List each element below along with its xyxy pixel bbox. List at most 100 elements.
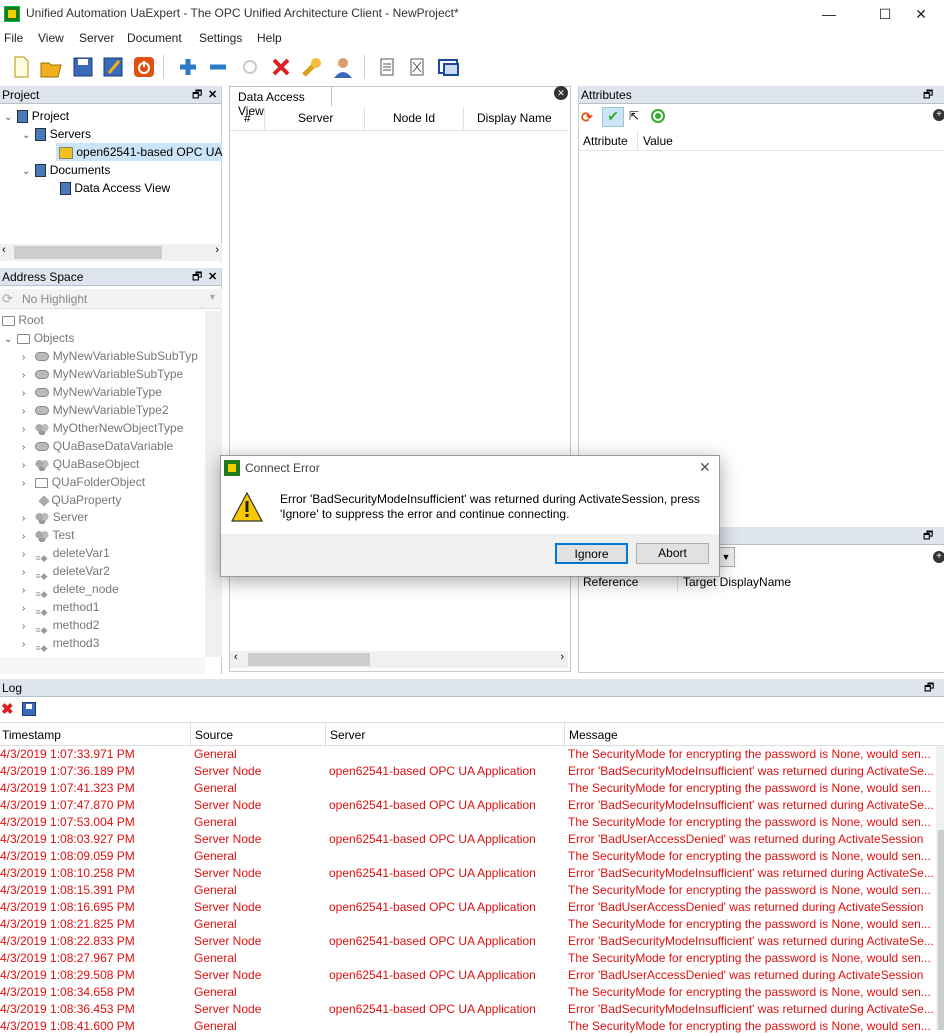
window-layout-icon[interactable] (436, 55, 460, 79)
open-project-icon[interactable] (39, 55, 63, 79)
highlight-select[interactable]: No Highlight (22, 292, 87, 306)
tree-item-variable[interactable]: › MyNewVariableType2 (22, 401, 169, 419)
tree-item-method[interactable]: › ≡◆ method1 (22, 598, 99, 617)
data-access-hscroll[interactable]: ‹ › (230, 651, 568, 668)
col-server[interactable]: Server (330, 728, 365, 742)
close-tab-icon[interactable]: ✕ (554, 86, 568, 100)
add-icon[interactable]: + (933, 109, 944, 121)
disconnect-icon[interactable] (269, 55, 293, 79)
log-row[interactable]: 4/3/2019 1:08:36.453 PM Server Node open62… (0, 1002, 936, 1019)
log-row[interactable]: 4/3/2019 1:08:09.059 PM General The Securi… (0, 849, 936, 866)
log-row[interactable]: 4/3/2019 1:08:10.258 PM Server Node open62… (0, 866, 936, 883)
float-panel-icon[interactable]: 🗗 (923, 527, 933, 545)
tree-item-root[interactable]: Root (2, 311, 44, 329)
menu-help[interactable]: Help (257, 31, 282, 45)
abort-button[interactable]: Abort (636, 543, 709, 564)
log-row[interactable]: 4/3/2019 1:08:34.658 PM General The Securi… (0, 985, 936, 1002)
connect-icon[interactable] (238, 55, 262, 79)
log-row[interactable]: 4/3/2019 1:08:03.927 PM Server Node open62… (0, 832, 936, 849)
close-panel-icon[interactable]: ✕ (208, 268, 217, 286)
cursor-icon[interactable]: ⇱ (629, 109, 643, 125)
float-panel-icon[interactable]: 🗗 (923, 86, 933, 104)
tree-item-project[interactable]: ⌄ Project (4, 107, 69, 125)
float-panel-icon[interactable]: 🗗 (192, 268, 202, 286)
tree-item-method[interactable]: › ≡◆ delete_node (22, 580, 119, 599)
chevron-down-icon[interactable]: ▼ (208, 292, 217, 302)
add-icon[interactable]: + (933, 551, 944, 563)
tree-item-servers[interactable]: ⌄ Servers (22, 125, 91, 143)
log-row[interactable]: 4/3/2019 1:07:53.004 PM General The Securi… (0, 815, 936, 832)
col-value[interactable]: Value (643, 134, 673, 148)
clear-log-icon[interactable]: ✖ (1, 700, 14, 718)
col-node-id[interactable]: Node Id (393, 111, 435, 125)
log-row[interactable]: 4/3/2019 1:08:15.391 PM General The Securi… (0, 883, 936, 900)
log-row[interactable]: 4/3/2019 1:07:41.323 PM General The Securi… (0, 781, 936, 798)
check-icon[interactable]: ✔ (602, 107, 624, 127)
float-panel-icon[interactable]: 🗗 (924, 679, 934, 697)
log-vscroll[interactable] (936, 746, 944, 1030)
log-row[interactable]: 4/3/2019 1:07:36.189 PM Server Node open62… (0, 764, 936, 781)
tree-item-variable[interactable]: › MyNewVariableSubType (22, 365, 183, 383)
tree-item-property[interactable]: QUaProperty (38, 491, 121, 509)
quit-icon[interactable] (132, 55, 156, 79)
col-reference[interactable]: Reference (583, 575, 638, 589)
tree-item-data-access-view[interactable]: Data Access View (60, 179, 170, 197)
tree-item-folder[interactable]: › QUaFolderObject (22, 473, 145, 491)
tree-item-method[interactable]: › ≡◆ method2 (22, 616, 99, 635)
menu-view[interactable]: View (38, 31, 64, 45)
close-window-button[interactable]: ✕ (898, 0, 944, 28)
project-hscroll[interactable]: ‹ › (0, 244, 222, 261)
menu-settings[interactable]: Settings (199, 31, 242, 45)
log-row[interactable]: 4/3/2019 1:08:29.508 PM Server Node open62… (0, 968, 936, 985)
menu-file[interactable]: File (4, 31, 23, 45)
new-project-icon[interactable] (9, 55, 33, 79)
settings-wrench-icon[interactable] (300, 55, 324, 79)
log-row[interactable]: 4/3/2019 1:08:21.825 PM General The Securi… (0, 917, 936, 934)
remove-server-icon[interactable] (206, 55, 230, 79)
col-timestamp[interactable]: Timestamp (2, 728, 61, 742)
save-as-icon[interactable] (101, 55, 125, 79)
log-row[interactable]: 4/3/2019 1:08:41.600 PM General The Securi… (0, 1019, 936, 1036)
tree-item-variable[interactable]: › QUaBaseDataVariable (22, 437, 173, 455)
ignore-button[interactable]: Ignore (555, 543, 628, 564)
radio-icon[interactable] (651, 109, 665, 123)
col-server[interactable]: Server (298, 111, 333, 125)
close-document-icon[interactable] (405, 55, 429, 79)
tree-item-method[interactable]: › ≡◆ deleteVar1 (22, 544, 110, 563)
log-row[interactable]: 4/3/2019 1:08:22.833 PM Server Node open62… (0, 934, 936, 951)
tree-item-object[interactable]: › Test (22, 526, 74, 544)
tree-item-objects[interactable]: ⌄ Objects (4, 329, 74, 347)
col-display-name[interactable]: Display Name (477, 111, 552, 125)
tree-item-variable[interactable]: › MyNewVariableSubSubTyp (22, 347, 198, 365)
refresh-icon[interactable]: ⟳ (2, 291, 13, 307)
log-row[interactable]: 4/3/2019 1:07:33.971 PM General The Securi… (0, 747, 936, 764)
col-attribute[interactable]: Attribute (583, 134, 628, 148)
address-space-hscroll[interactable] (0, 657, 205, 674)
col-source[interactable]: Source (195, 728, 233, 742)
log-row[interactable]: 4/3/2019 1:07:47.870 PM Server Node open62… (0, 798, 936, 815)
tree-item-object[interactable]: › Server (22, 508, 88, 526)
tree-item-object[interactable]: › QUaBaseObject (22, 455, 139, 473)
tree-item-method[interactable]: › ≡◆ deleteVar2 (22, 562, 110, 581)
save-project-icon[interactable] (71, 55, 95, 79)
add-server-icon[interactable] (176, 55, 200, 79)
tree-item-method[interactable]: › ≡◆ method3 (22, 634, 99, 653)
col-number[interactable]: # (244, 111, 251, 125)
save-log-icon[interactable] (22, 702, 36, 716)
log-row[interactable]: 4/3/2019 1:08:27.967 PM General The Securi… (0, 951, 936, 968)
user-icon[interactable] (331, 55, 355, 79)
float-panel-icon[interactable]: 🗗 (192, 86, 202, 104)
tree-item-documents[interactable]: ⌄ Documents (22, 161, 110, 179)
minimize-button[interactable]: — (806, 0, 852, 28)
col-message[interactable]: Message (569, 728, 618, 742)
refresh-icon[interactable]: ⟳ (581, 109, 597, 125)
close-icon[interactable]: ✕ (699, 459, 711, 476)
menu-server[interactable]: Server (79, 31, 114, 45)
tree-item-object[interactable]: › MyOtherNewObjectType (22, 419, 183, 437)
close-panel-icon[interactable]: ✕ (208, 86, 217, 104)
menu-document[interactable]: Document (127, 31, 182, 45)
col-target-displayname[interactable]: Target DisplayName (683, 575, 791, 589)
log-row[interactable]: 4/3/2019 1:08:16.695 PM Server Node open62… (0, 900, 936, 917)
document-icon[interactable] (375, 55, 399, 79)
tree-item-server-node[interactable]: open62541-based OPC UA (56, 143, 222, 161)
